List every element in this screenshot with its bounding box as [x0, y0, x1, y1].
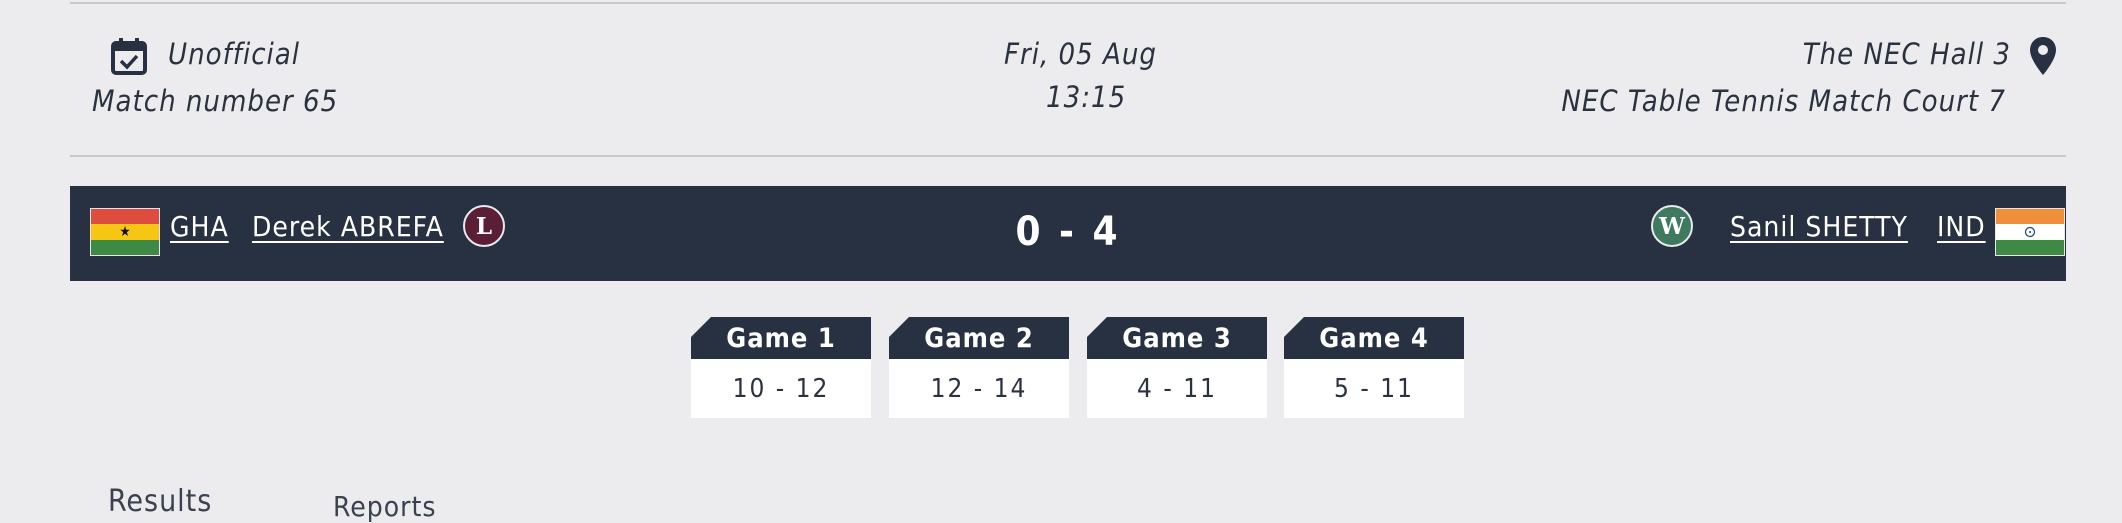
game-label: Game 3	[1087, 317, 1267, 359]
game-score: 5 - 11	[1284, 359, 1464, 418]
away-win-badge: W	[1651, 205, 1693, 247]
game-label: Game 4	[1284, 317, 1464, 359]
game-1-card: Game 1 10 - 12	[691, 317, 871, 418]
game-score: 12 - 14	[889, 359, 1069, 418]
game-score: 10 - 12	[691, 359, 871, 418]
venue-name: The NEC Hall 3	[1802, 37, 2011, 71]
court-name: NEC Table Tennis Match Court 7	[1561, 84, 2006, 118]
match-status: Unofficial	[168, 37, 301, 71]
away-player-link[interactable]: Sanil SHETTY	[1730, 210, 1908, 243]
tab-results[interactable]: Results	[108, 484, 212, 519]
game-3-card: Game 3 4 - 11	[1087, 317, 1267, 418]
calendar-check-icon	[111, 38, 147, 75]
game-score: 4 - 11	[1087, 359, 1267, 418]
match-date: Fri, 05 Aug	[1004, 37, 1157, 71]
match-time: 13:15	[1046, 80, 1127, 114]
section-divider	[70, 155, 2066, 157]
india-flag-icon	[1995, 208, 2065, 256]
match-number: Match number 65	[92, 84, 339, 118]
scoreboard: ★ GHA Derek ABREFA L 0 - 4 W Sanil SHETT…	[70, 186, 2066, 281]
game-label: Game 1	[691, 317, 871, 359]
away-country-link[interactable]: IND	[1937, 210, 1986, 243]
game-label: Game 2	[889, 317, 1069, 359]
top-divider	[70, 2, 2066, 4]
game-2-card: Game 2 12 - 14	[889, 317, 1069, 418]
map-pin-icon	[2030, 37, 2056, 75]
tab-reports[interactable]: Reports	[333, 490, 437, 523]
game-4-card: Game 4 5 - 11	[1284, 317, 1464, 418]
